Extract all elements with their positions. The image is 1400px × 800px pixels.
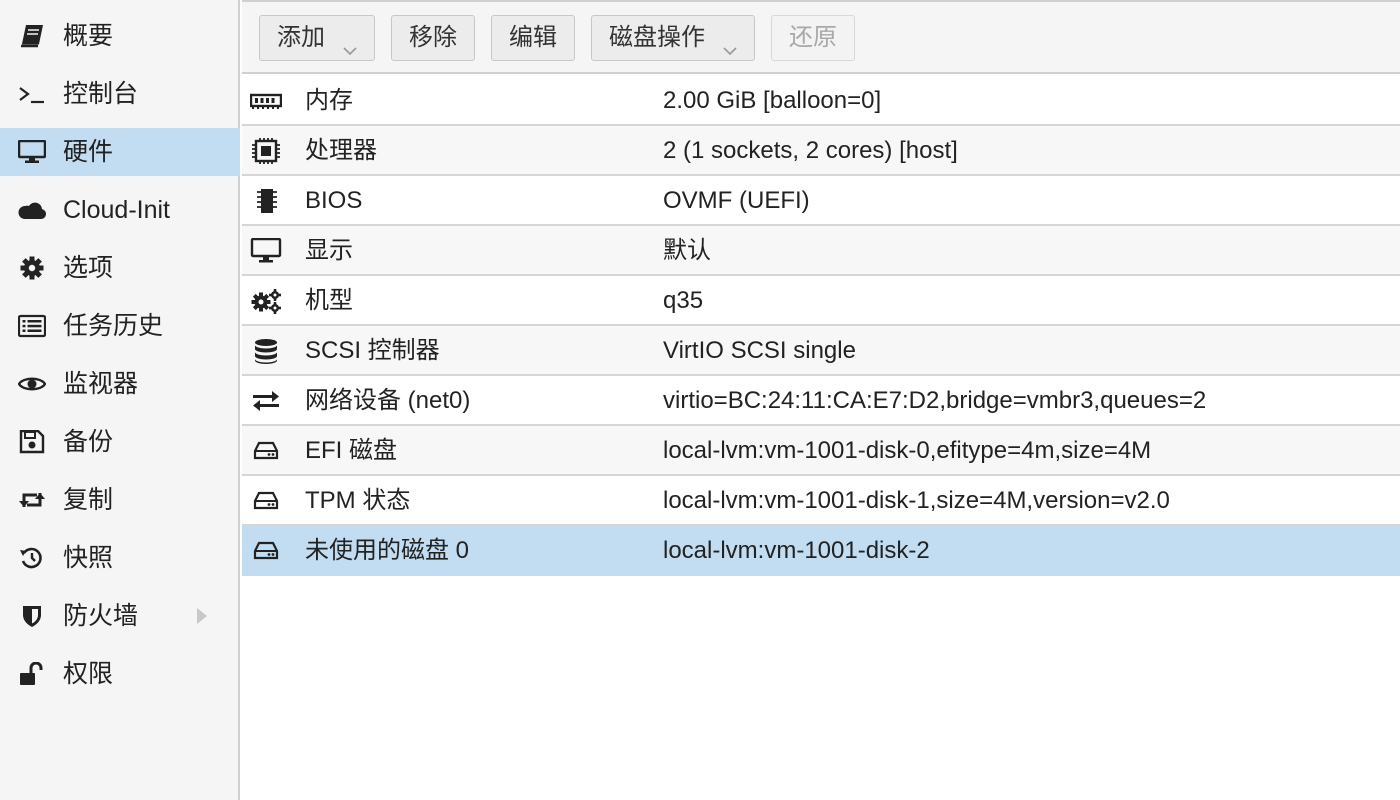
chevron-down-icon — [722, 30, 738, 56]
remove-button[interactable]: 移除 — [391, 15, 475, 61]
eye-icon — [18, 372, 46, 396]
table-row[interactable]: BIOS OVMF (UEFI) — [242, 176, 1400, 226]
row-value: virtio=BC:24:11:CA:E7:D2,bridge=vmbr3,qu… — [663, 387, 1207, 414]
row-name: BIOS — [305, 187, 363, 214]
sidebar-item-label: 快照 — [63, 544, 114, 572]
sidebar-item-replication[interactable]: 复制 — [0, 476, 240, 524]
sidebar-item-hardware[interactable]: 硬件 — [0, 128, 240, 176]
sidebar-item-label: 概要 — [63, 22, 114, 50]
row-name: 未使用的磁盘 0 — [305, 537, 470, 564]
sidebar-item-cloud-init[interactable]: Cloud-Init — [0, 186, 240, 234]
floppy-icon — [18, 430, 46, 454]
table-row[interactable]: 机型 q35 — [242, 276, 1400, 326]
sidebar-item-task-history[interactable]: 任务历史 — [0, 302, 240, 350]
sidebar-item-label: 权限 — [63, 660, 114, 688]
unlock-icon — [18, 662, 46, 686]
exchange-icon — [250, 388, 282, 414]
sidebar-item-label: 防火墙 — [63, 602, 139, 630]
row-name: EFI 磁盘 — [305, 437, 398, 464]
row-name: 网络设备 (net0) — [305, 387, 471, 414]
sidebar-item-label: 控制台 — [63, 80, 139, 108]
row-name: 显示 — [305, 237, 353, 264]
database-icon — [250, 338, 282, 364]
sidebar-item-label: Cloud-Init — [63, 196, 170, 224]
row-value: local-lvm:vm-1001-disk-0,efitype=4m,size… — [663, 437, 1152, 464]
list-icon — [18, 314, 46, 338]
cloud-icon — [18, 198, 46, 222]
remove-button-label: 移除 — [409, 24, 457, 51]
row-name: TPM 状态 — [305, 487, 411, 514]
table-row[interactable]: TPM 状态 local-lvm:vm-1001-disk-1,size=4M,… — [242, 476, 1400, 526]
row-value: 默认 — [663, 237, 711, 264]
sidebar-item-label: 选项 — [63, 254, 114, 282]
sidebar-item-backup[interactable]: 备份 — [0, 418, 240, 466]
sidebar-item-label: 任务历史 — [63, 312, 164, 340]
edit-button-label: 编辑 — [509, 24, 557, 51]
hdd-icon — [250, 438, 282, 464]
row-name: 机型 — [305, 287, 353, 314]
retweet-icon — [18, 488, 46, 512]
history-icon — [18, 546, 46, 570]
disk-action-button[interactable]: 磁盘操作 — [591, 15, 755, 61]
cogs-icon — [250, 288, 282, 314]
desktop-icon — [18, 140, 46, 164]
shield-icon — [18, 604, 46, 628]
terminal-icon — [18, 82, 46, 106]
chevron-down-icon — [342, 30, 358, 56]
row-value: 2.00 GiB [balloon=0] — [663, 87, 882, 114]
row-name: 处理器 — [305, 137, 377, 164]
table-row[interactable]: 内存 2.00 GiB [balloon=0] — [242, 76, 1400, 126]
hdd-icon — [250, 488, 282, 514]
sidebar-item-snapshot[interactable]: 快照 — [0, 534, 240, 582]
row-name: SCSI 控制器 — [305, 337, 440, 364]
memory-icon — [250, 88, 282, 114]
row-value: 2 (1 sockets, 2 cores) [host] — [663, 137, 958, 164]
row-name: 内存 — [305, 87, 353, 114]
microchip-icon — [250, 188, 282, 214]
revert-button-label: 还原 — [789, 24, 837, 51]
expand-arrow-icon[interactable] — [195, 607, 209, 625]
disk-action-button-label: 磁盘操作 — [609, 24, 705, 51]
sidebar-item-label: 复制 — [63, 486, 114, 514]
sidebar-item-summary[interactable]: 概要 — [0, 12, 240, 60]
row-value: local-lvm:vm-1001-disk-1,size=4M,version… — [663, 487, 1170, 514]
book-icon — [18, 24, 46, 48]
sidebar-item-console[interactable]: 控制台 — [0, 70, 240, 118]
table-row[interactable]: SCSI 控制器 VirtIO SCSI single — [242, 326, 1400, 376]
add-button-label: 添加 — [277, 24, 325, 51]
add-button[interactable]: 添加 — [259, 15, 375, 61]
revert-button[interactable]: 还原 — [771, 15, 855, 61]
sidebar-item-monitor[interactable]: 监视器 — [0, 360, 240, 408]
table-row[interactable]: EFI 磁盘 local-lvm:vm-1001-disk-0,efitype=… — [242, 426, 1400, 476]
table-row[interactable]: 网络设备 (net0) virtio=BC:24:11:CA:E7:D2,bri… — [242, 376, 1400, 426]
sidebar-item-firewall[interactable]: 防火墙 — [0, 592, 240, 640]
table-row[interactable]: 处理器 2 (1 sockets, 2 cores) [host] — [242, 126, 1400, 176]
sidebar-item-label: 监视器 — [63, 370, 139, 398]
edit-button[interactable]: 编辑 — [491, 15, 575, 61]
sidebar-item-options[interactable]: 选项 — [0, 244, 240, 292]
sidebar: 概要 控制台 硬件 Cloud-Init 选项 任务历史 监视器 备份 复制 快… — [0, 0, 240, 800]
gear-icon — [18, 256, 46, 280]
table-row[interactable]: 显示 默认 — [242, 226, 1400, 276]
sidebar-item-permissions[interactable]: 权限 — [0, 650, 240, 698]
row-value: local-lvm:vm-1001-disk-2 — [663, 537, 930, 564]
row-value: q35 — [663, 287, 704, 314]
cpu-icon — [250, 138, 282, 164]
table-row-selected[interactable]: 未使用的磁盘 0 local-lvm:vm-1001-disk-2 — [242, 526, 1400, 576]
desktop-icon — [250, 238, 282, 264]
sidebar-item-label: 硬件 — [63, 138, 114, 166]
row-value: OVMF (UEFI) — [663, 187, 810, 214]
row-value: VirtIO SCSI single — [663, 337, 856, 364]
toolbar: 添加 移除 编辑 磁盘操作 还原 — [242, 0, 1400, 74]
hdd-icon — [250, 538, 282, 564]
sidebar-item-label: 备份 — [63, 428, 114, 456]
